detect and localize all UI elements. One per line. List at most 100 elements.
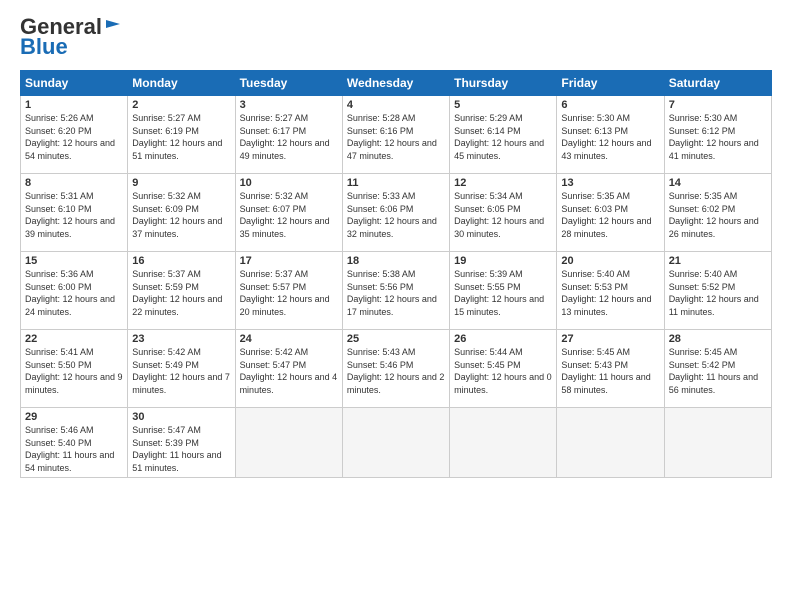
calendar-day-cell: 28Sunrise: 5:45 AMSunset: 5:42 PMDayligh… [664, 330, 771, 408]
calendar-week-row: 8Sunrise: 5:31 AMSunset: 6:10 PMDaylight… [21, 174, 772, 252]
calendar-day-cell: 11Sunrise: 5:33 AMSunset: 6:06 PMDayligh… [342, 174, 449, 252]
header: General Blue [20, 16, 772, 60]
day-info: Sunrise: 5:42 AMSunset: 5:49 PMDaylight:… [132, 346, 230, 396]
calendar-day-cell: 3Sunrise: 5:27 AMSunset: 6:17 PMDaylight… [235, 96, 342, 174]
weekday-header-wednesday: Wednesday [342, 71, 449, 96]
weekday-header-thursday: Thursday [450, 71, 557, 96]
calendar-day-cell: 17Sunrise: 5:37 AMSunset: 5:57 PMDayligh… [235, 252, 342, 330]
day-info: Sunrise: 5:40 AMSunset: 5:52 PMDaylight:… [669, 268, 767, 318]
calendar-body: 1Sunrise: 5:26 AMSunset: 6:20 PMDaylight… [21, 96, 772, 478]
calendar-week-row: 1Sunrise: 5:26 AMSunset: 6:20 PMDaylight… [21, 96, 772, 174]
calendar-day-cell: 14Sunrise: 5:35 AMSunset: 6:02 PMDayligh… [664, 174, 771, 252]
calendar-day-cell: 21Sunrise: 5:40 AMSunset: 5:52 PMDayligh… [664, 252, 771, 330]
day-info: Sunrise: 5:46 AMSunset: 5:40 PMDaylight:… [25, 424, 123, 474]
day-info: Sunrise: 5:37 AMSunset: 5:59 PMDaylight:… [132, 268, 230, 318]
weekday-header-tuesday: Tuesday [235, 71, 342, 96]
page: General Blue SundayMondayTuesdayWednesda… [0, 0, 792, 612]
day-info: Sunrise: 5:27 AMSunset: 6:17 PMDaylight:… [240, 112, 338, 162]
calendar-day-cell: 5Sunrise: 5:29 AMSunset: 6:14 PMDaylight… [450, 96, 557, 174]
calendar-week-row: 22Sunrise: 5:41 AMSunset: 5:50 PMDayligh… [21, 330, 772, 408]
day-number: 29 [25, 411, 123, 423]
calendar-table: SundayMondayTuesdayWednesdayThursdayFrid… [20, 70, 772, 478]
day-number: 2 [132, 99, 230, 111]
day-info: Sunrise: 5:40 AMSunset: 5:53 PMDaylight:… [561, 268, 659, 318]
day-number: 17 [240, 255, 338, 267]
calendar-day-cell: 12Sunrise: 5:34 AMSunset: 6:05 PMDayligh… [450, 174, 557, 252]
calendar-day-cell: 16Sunrise: 5:37 AMSunset: 5:59 PMDayligh… [128, 252, 235, 330]
calendar-week-row: 29Sunrise: 5:46 AMSunset: 5:40 PMDayligh… [21, 408, 772, 478]
calendar-day-cell: 25Sunrise: 5:43 AMSunset: 5:46 PMDayligh… [342, 330, 449, 408]
calendar-day-cell: 15Sunrise: 5:36 AMSunset: 6:00 PMDayligh… [21, 252, 128, 330]
day-info: Sunrise: 5:30 AMSunset: 6:12 PMDaylight:… [669, 112, 767, 162]
day-info: Sunrise: 5:28 AMSunset: 6:16 PMDaylight:… [347, 112, 445, 162]
day-info: Sunrise: 5:36 AMSunset: 6:00 PMDaylight:… [25, 268, 123, 318]
day-info: Sunrise: 5:35 AMSunset: 6:02 PMDaylight:… [669, 190, 767, 240]
day-number: 18 [347, 255, 445, 267]
calendar-day-cell: 8Sunrise: 5:31 AMSunset: 6:10 PMDaylight… [21, 174, 128, 252]
calendar-day-cell: 30Sunrise: 5:47 AMSunset: 5:39 PMDayligh… [128, 408, 235, 478]
day-info: Sunrise: 5:47 AMSunset: 5:39 PMDaylight:… [132, 424, 230, 474]
day-number: 10 [240, 177, 338, 189]
day-number: 9 [132, 177, 230, 189]
day-number: 20 [561, 255, 659, 267]
weekday-header-friday: Friday [557, 71, 664, 96]
logo: General Blue [20, 16, 122, 60]
logo-blue-text: Blue [20, 34, 68, 60]
weekday-header-sunday: Sunday [21, 71, 128, 96]
day-number: 5 [454, 99, 552, 111]
weekday-header-row: SundayMondayTuesdayWednesdayThursdayFrid… [21, 71, 772, 96]
day-number: 16 [132, 255, 230, 267]
calendar-day-cell: 13Sunrise: 5:35 AMSunset: 6:03 PMDayligh… [557, 174, 664, 252]
calendar-day-cell [450, 408, 557, 478]
day-number: 27 [561, 333, 659, 345]
calendar-day-cell: 2Sunrise: 5:27 AMSunset: 6:19 PMDaylight… [128, 96, 235, 174]
day-info: Sunrise: 5:35 AMSunset: 6:03 PMDaylight:… [561, 190, 659, 240]
day-info: Sunrise: 5:31 AMSunset: 6:10 PMDaylight:… [25, 190, 123, 240]
day-number: 26 [454, 333, 552, 345]
day-number: 1 [25, 99, 123, 111]
day-number: 4 [347, 99, 445, 111]
day-info: Sunrise: 5:41 AMSunset: 5:50 PMDaylight:… [25, 346, 123, 396]
day-info: Sunrise: 5:33 AMSunset: 6:06 PMDaylight:… [347, 190, 445, 240]
day-info: Sunrise: 5:39 AMSunset: 5:55 PMDaylight:… [454, 268, 552, 318]
day-info: Sunrise: 5:44 AMSunset: 5:45 PMDaylight:… [454, 346, 552, 396]
day-info: Sunrise: 5:42 AMSunset: 5:47 PMDaylight:… [240, 346, 338, 396]
calendar-day-cell: 18Sunrise: 5:38 AMSunset: 5:56 PMDayligh… [342, 252, 449, 330]
calendar-day-cell: 10Sunrise: 5:32 AMSunset: 6:07 PMDayligh… [235, 174, 342, 252]
day-number: 7 [669, 99, 767, 111]
day-number: 12 [454, 177, 552, 189]
calendar-day-cell [664, 408, 771, 478]
calendar-day-cell: 26Sunrise: 5:44 AMSunset: 5:45 PMDayligh… [450, 330, 557, 408]
day-number: 11 [347, 177, 445, 189]
calendar-day-cell: 23Sunrise: 5:42 AMSunset: 5:49 PMDayligh… [128, 330, 235, 408]
day-info: Sunrise: 5:32 AMSunset: 6:07 PMDaylight:… [240, 190, 338, 240]
day-number: 28 [669, 333, 767, 345]
calendar-day-cell: 29Sunrise: 5:46 AMSunset: 5:40 PMDayligh… [21, 408, 128, 478]
day-info: Sunrise: 5:37 AMSunset: 5:57 PMDaylight:… [240, 268, 338, 318]
day-number: 25 [347, 333, 445, 345]
calendar-day-cell [342, 408, 449, 478]
day-info: Sunrise: 5:43 AMSunset: 5:46 PMDaylight:… [347, 346, 445, 396]
day-number: 21 [669, 255, 767, 267]
day-info: Sunrise: 5:32 AMSunset: 6:09 PMDaylight:… [132, 190, 230, 240]
calendar-day-cell: 1Sunrise: 5:26 AMSunset: 6:20 PMDaylight… [21, 96, 128, 174]
day-info: Sunrise: 5:30 AMSunset: 6:13 PMDaylight:… [561, 112, 659, 162]
weekday-header-monday: Monday [128, 71, 235, 96]
day-info: Sunrise: 5:29 AMSunset: 6:14 PMDaylight:… [454, 112, 552, 162]
calendar-day-cell: 7Sunrise: 5:30 AMSunset: 6:12 PMDaylight… [664, 96, 771, 174]
calendar-day-cell: 22Sunrise: 5:41 AMSunset: 5:50 PMDayligh… [21, 330, 128, 408]
day-info: Sunrise: 5:45 AMSunset: 5:43 PMDaylight:… [561, 346, 659, 396]
calendar-day-cell: 20Sunrise: 5:40 AMSunset: 5:53 PMDayligh… [557, 252, 664, 330]
day-number: 13 [561, 177, 659, 189]
calendar-day-cell: 27Sunrise: 5:45 AMSunset: 5:43 PMDayligh… [557, 330, 664, 408]
day-info: Sunrise: 5:27 AMSunset: 6:19 PMDaylight:… [132, 112, 230, 162]
day-number: 22 [25, 333, 123, 345]
day-number: 24 [240, 333, 338, 345]
day-number: 8 [25, 177, 123, 189]
day-info: Sunrise: 5:38 AMSunset: 5:56 PMDaylight:… [347, 268, 445, 318]
calendar-day-cell [235, 408, 342, 478]
day-number: 3 [240, 99, 338, 111]
calendar-day-cell [557, 408, 664, 478]
day-number: 23 [132, 333, 230, 345]
calendar-week-row: 15Sunrise: 5:36 AMSunset: 6:00 PMDayligh… [21, 252, 772, 330]
